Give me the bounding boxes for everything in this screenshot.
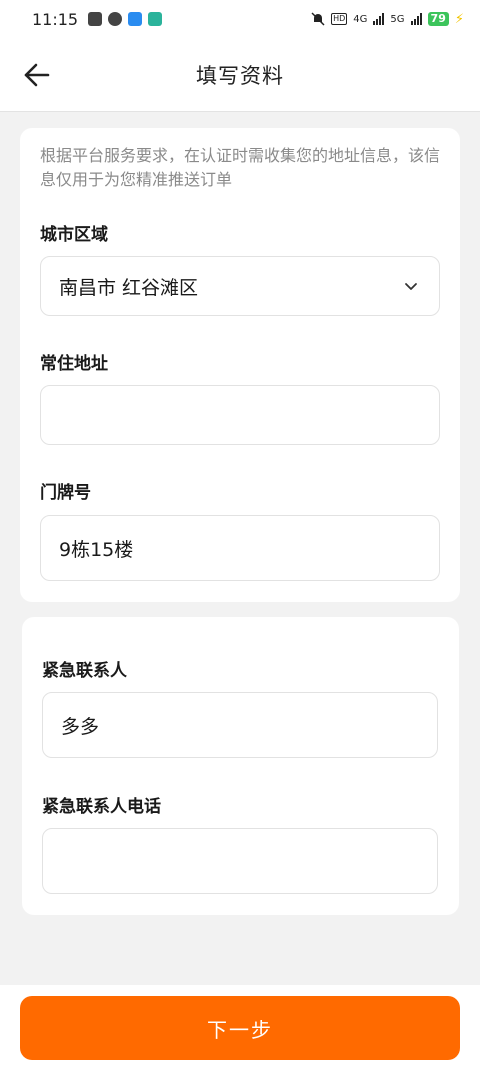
signal-icon: [373, 13, 385, 25]
address-notice: 根据平台服务要求，在认证时需收集您的地址信息，该信息仅用于为您精准推送订单: [40, 146, 441, 189]
city-select[interactable]: 南昌市 红谷滩区: [40, 256, 440, 316]
battery-icon: 79: [427, 12, 449, 26]
contact-label: 紧急联系人: [42, 661, 127, 681]
status-bar: 11:15 HD 4G 5G 79 ⚡: [0, 0, 480, 38]
address-card: 根据平台服务要求，在认证时需收集您的地址信息，该信息仅用于为您精准推送订单 城市…: [20, 128, 460, 602]
contact-name-input[interactable]: 多多: [42, 692, 438, 758]
message-icon: [88, 12, 103, 26]
contact-name-value: 多多: [61, 715, 100, 738]
charging-icon: ⚡: [454, 11, 464, 27]
emergency-contact-card: 紧急联系人 多多 紧急联系人电话: [22, 617, 459, 915]
city-label: 城市区域: [40, 225, 108, 245]
chevron-down-icon: [405, 283, 417, 290]
door-number-input[interactable]: 9栋15楼: [40, 515, 440, 581]
nav-bar: 填写资料: [0, 38, 480, 112]
status-time: 11:15: [32, 9, 79, 29]
next-step-button[interactable]: 下一步: [20, 996, 460, 1060]
hd-badge: HD: [331, 13, 348, 25]
network-4g-label: 4G: [353, 13, 368, 25]
contact-phone-label: 紧急联系人电话: [42, 797, 161, 817]
back-arrow-icon[interactable]: [22, 61, 52, 89]
signal-icon-2: [410, 13, 422, 25]
address-label: 常住地址: [40, 354, 108, 374]
door-number-label: 门牌号: [40, 483, 91, 503]
city-value: 南昌市 红谷滩区: [59, 276, 199, 299]
door-number-value: 9栋15楼: [59, 538, 134, 561]
network-5g-label: 5G: [390, 13, 405, 25]
contact-phone-input[interactable]: [42, 828, 438, 894]
send-icon: [128, 12, 143, 26]
status-right: HD 4G 5G 79 ⚡: [311, 12, 464, 27]
page-title: 填写资料: [196, 63, 284, 88]
mute-bell-icon: [311, 12, 325, 26]
app-icon: [148, 12, 163, 26]
compass-icon: [108, 12, 123, 26]
address-input[interactable]: [40, 385, 440, 445]
notification-icons: [88, 12, 163, 26]
